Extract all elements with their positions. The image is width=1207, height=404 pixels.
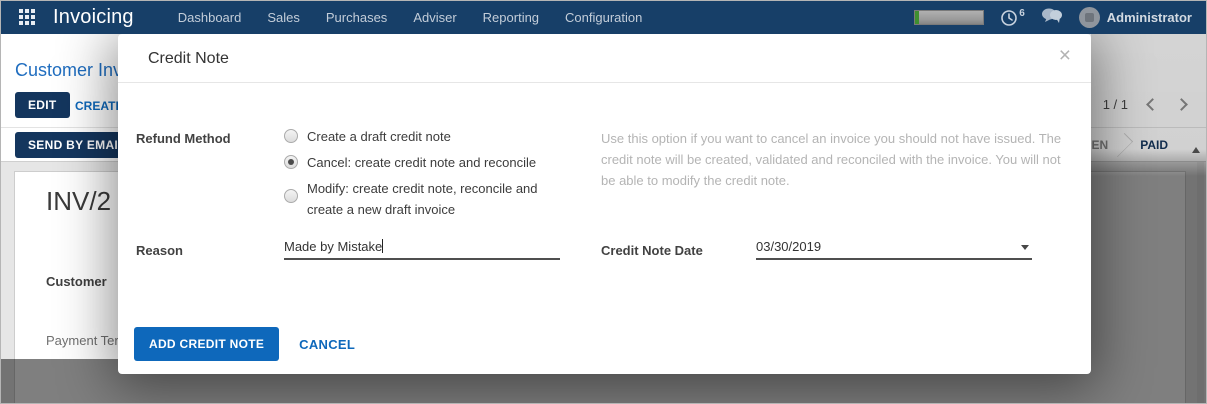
- credit-note-date-label: Credit Note Date: [601, 243, 703, 258]
- cancel-button[interactable]: CANCEL: [299, 337, 355, 352]
- refund-option-cancel[interactable]: Cancel: create credit note and reconcile: [284, 152, 574, 173]
- activities-menu[interactable]: 6: [1000, 9, 1025, 27]
- clock-icon: [1000, 9, 1018, 27]
- credit-note-date-input[interactable]: 03/30/2019: [756, 235, 1032, 260]
- top-navbar: Invoicing Dashboard Sales Purchases Advi…: [1, 1, 1206, 34]
- radio-unchecked-icon[interactable]: [284, 189, 298, 203]
- user-menu[interactable]: Administrator: [1079, 7, 1192, 28]
- refund-method-radio-group: Create a draft credit note Cancel: creat…: [284, 126, 574, 225]
- nav-item-dashboard[interactable]: Dashboard: [178, 10, 242, 25]
- text-cursor: [382, 239, 383, 253]
- close-icon[interactable]: ×: [1059, 45, 1071, 66]
- user-avatar: [1079, 7, 1100, 28]
- radio-checked-icon[interactable]: [284, 155, 298, 169]
- apps-grid-icon[interactable]: [19, 9, 36, 26]
- credit-note-modal: Credit Note × Refund Method Create a dra…: [118, 34, 1091, 374]
- modal-header: Credit Note ×: [118, 34, 1091, 83]
- messages-icon[interactable]: [1041, 7, 1063, 29]
- nav-menu: Dashboard Sales Purchases Adviser Report…: [178, 10, 643, 25]
- modal-backdrop-right: [1091, 34, 1206, 403]
- reason-label: Reason: [136, 243, 183, 258]
- add-credit-note-button[interactable]: ADD CREDIT NOTE: [134, 327, 279, 361]
- screen: Invoicing Dashboard Sales Purchases Advi…: [0, 0, 1207, 404]
- refund-method-help-text: Use this option if you want to cancel an…: [601, 128, 1065, 191]
- invoice-number-title: INV/2: [46, 186, 111, 217]
- nav-item-sales[interactable]: Sales: [267, 10, 300, 25]
- nav-item-reporting[interactable]: Reporting: [483, 10, 539, 25]
- timer-progress-fill: [915, 11, 919, 24]
- refund-option-modify[interactable]: Modify: create credit note, reconcile an…: [284, 178, 574, 220]
- user-name: Administrator: [1107, 10, 1192, 25]
- edit-button[interactable]: EDIT: [15, 92, 70, 118]
- refund-option-draft[interactable]: Create a draft credit note: [284, 126, 574, 147]
- datepicker-caret-icon[interactable]: [1021, 245, 1029, 250]
- nav-item-purchases[interactable]: Purchases: [326, 10, 387, 25]
- nav-item-configuration[interactable]: Configuration: [565, 10, 642, 25]
- nav-item-adviser[interactable]: Adviser: [413, 10, 456, 25]
- app-brand[interactable]: Invoicing: [53, 6, 134, 29]
- activity-count-badge: 6: [1019, 9, 1025, 19]
- payment-terms-field-label: Payment Ter: [46, 333, 119, 348]
- radio-unchecked-icon[interactable]: [284, 129, 298, 143]
- refund-method-label: Refund Method: [136, 131, 231, 146]
- modal-title: Credit Note: [148, 34, 229, 83]
- reason-input-value: Made by Mistake: [284, 239, 382, 254]
- customer-field-label: Customer: [46, 274, 107, 289]
- breadcrumb[interactable]: Customer Inv: [15, 60, 122, 81]
- modal-footer: ADD CREDIT NOTE CANCEL: [134, 327, 355, 361]
- create-button[interactable]: CREATE: [75, 99, 123, 113]
- systray: 6 Administrator: [914, 7, 1192, 29]
- reason-input[interactable]: Made by Mistake: [284, 235, 560, 260]
- timer-progress-bar: [914, 10, 984, 25]
- credit-note-date-value: 03/30/2019: [756, 239, 821, 254]
